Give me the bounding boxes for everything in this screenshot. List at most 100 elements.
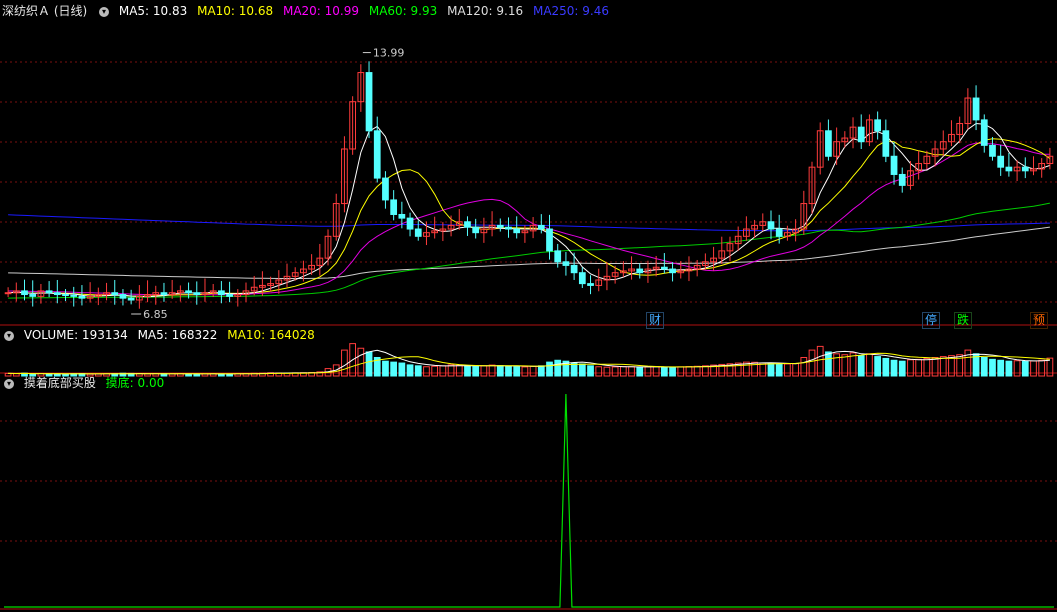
candle-body <box>45 290 53 294</box>
dropdown-icon[interactable]: ▾ <box>4 378 14 389</box>
volume-bar <box>816 345 824 377</box>
candle-body <box>29 294 37 297</box>
legend-ma10: MA10: 10.68 <box>197 4 274 18</box>
volume-bar <box>193 373 201 377</box>
volume-bar <box>464 365 471 377</box>
candle-body <box>390 199 398 215</box>
candle-body <box>505 226 512 230</box>
candle-body <box>570 264 578 274</box>
candle-body <box>78 295 86 299</box>
candle-body <box>890 155 898 175</box>
volume-bar <box>357 347 365 377</box>
candle-body <box>464 221 471 228</box>
candle-body <box>660 266 668 270</box>
candle-body <box>193 292 201 296</box>
volume-bar <box>997 359 1005 377</box>
volume-bar <box>669 366 676 377</box>
volume-bar <box>505 365 512 377</box>
volume-bar <box>1021 360 1029 377</box>
candle-body <box>537 224 545 230</box>
candle-body <box>874 119 882 132</box>
indicator-line <box>4 393 1054 608</box>
indicator-panel-header: ▾ 摸着底部买股 摸底: 0.00 <box>2 374 170 392</box>
volume-bar <box>570 362 578 377</box>
candle-body <box>1021 166 1029 172</box>
volume-bar <box>825 351 832 377</box>
volume-bar <box>874 356 882 377</box>
legend-volume: VOLUME: 193134 <box>23 328 128 342</box>
volume-bar <box>792 363 799 377</box>
volume-bar <box>341 349 348 377</box>
volume-bar <box>431 365 439 377</box>
candle-body <box>636 268 644 274</box>
candle-body <box>578 272 586 285</box>
candle-body <box>669 268 676 274</box>
candle-body <box>775 228 783 237</box>
volume-bar <box>390 361 398 377</box>
volume-bar <box>472 366 480 377</box>
volume-bar <box>595 366 603 377</box>
volume-bar <box>636 366 644 377</box>
volume-bar <box>423 366 430 377</box>
candle-body <box>562 261 570 266</box>
candle-body <box>898 173 906 186</box>
event-tag-finance[interactable]: 财 <box>646 312 665 329</box>
volume-bar <box>652 366 660 377</box>
candle-body <box>825 130 832 157</box>
event-tag-suspend[interactable]: 停 <box>922 312 941 329</box>
volume-bar <box>677 366 685 377</box>
event-tag-forecast[interactable]: 预 <box>1030 312 1049 329</box>
volume-bar <box>398 362 406 377</box>
kline-chart[interactable]: 13.99 6.85 <box>0 0 1057 612</box>
candle-body <box>382 177 389 201</box>
candle-body <box>472 226 480 234</box>
volume-bar <box>1005 360 1013 377</box>
candle-body <box>119 294 127 299</box>
candle-body <box>980 119 988 146</box>
dropdown-icon[interactable]: ▾ <box>4 330 14 341</box>
indicator-value: 摸底: 0.00 <box>105 376 165 390</box>
volume-bar <box>619 366 627 377</box>
volume-bar <box>513 366 521 377</box>
volume-bar <box>898 360 906 377</box>
volume-bar <box>964 349 972 377</box>
candle-body <box>496 224 504 228</box>
legend-vol-ma10: MA10: 164028 <box>227 328 315 342</box>
legend-ma250: MA250: 9.46 <box>532 4 610 18</box>
candle-body <box>218 290 225 296</box>
candle-body <box>857 126 865 143</box>
candle-body <box>226 294 233 297</box>
volume-bar <box>685 366 693 377</box>
volume-bar <box>628 366 635 377</box>
volume-bar <box>1038 359 1046 377</box>
candle-body <box>111 292 119 296</box>
volume-bar <box>480 365 488 377</box>
dropdown-icon[interactable]: ▾ <box>99 6 110 17</box>
candle-body <box>997 155 1005 168</box>
volume-bar <box>701 365 709 377</box>
event-tag-fall[interactable]: 跌 <box>954 312 973 329</box>
candle-body <box>398 213 406 219</box>
candle-body <box>767 221 775 230</box>
volume-bar <box>406 364 414 377</box>
candle-body <box>406 217 414 230</box>
candle-body <box>365 72 373 132</box>
volume-bar <box>439 365 447 377</box>
candle-body <box>53 292 61 296</box>
candle-body <box>62 294 69 297</box>
candle-body <box>373 130 381 179</box>
volume-bar <box>644 366 652 377</box>
volume-bar <box>578 363 586 377</box>
volume-bar <box>775 363 783 377</box>
ma120-line <box>8 226 1050 279</box>
volume-bar <box>496 365 504 377</box>
volume-bar <box>365 351 373 377</box>
volume-bar <box>455 364 463 377</box>
volume-bar <box>808 349 816 377</box>
volume-bar <box>529 365 537 377</box>
candle-body <box>587 283 594 286</box>
volume-bar <box>1013 360 1021 377</box>
volume-bar <box>980 356 988 377</box>
stock-title: 深纺织Ａ (日线) <box>2 4 88 18</box>
volume-bar <box>767 363 775 377</box>
